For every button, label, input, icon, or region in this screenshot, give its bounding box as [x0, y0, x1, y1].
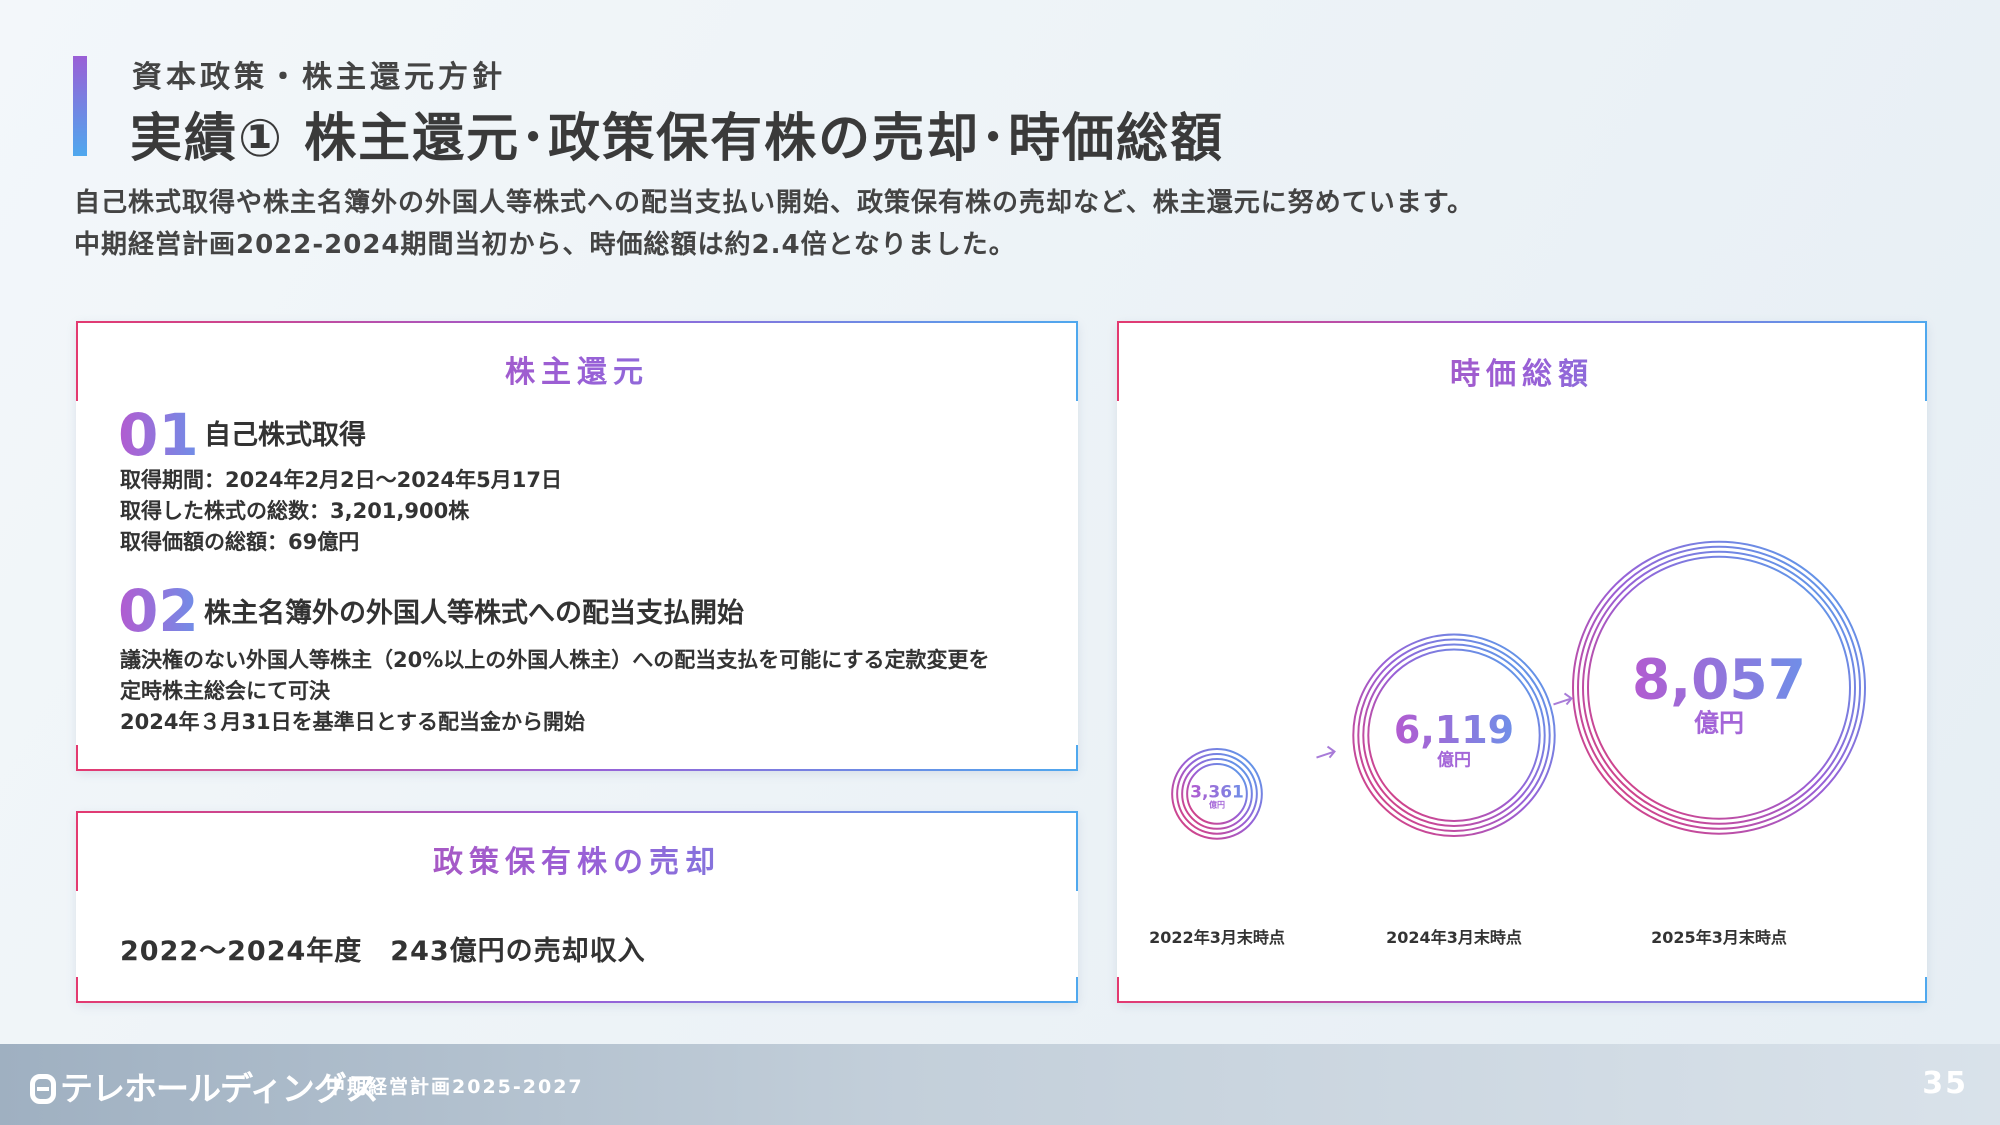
lead-line-1: 自己株式取得や株主名簿外の外国人等株式への配当支払い開始、政策保有株の売却など、… [74, 188, 1475, 218]
plan-name: 中期経営計画2025-2027 [326, 1076, 584, 1098]
item-02-line-3: 2024年３月31日を基準日とする配当金から開始 [120, 710, 586, 734]
bubble-value-label: 8,057 [1632, 648, 1806, 712]
category-label: 2025年3月末時点 [1651, 928, 1787, 947]
item-heading-02: 株主名簿外の外国人等株式への配当支払開始 [204, 598, 744, 629]
item-body-02: 議決権のない外国人等株主（20%以上の外国人株主）への配当支払を可能にする定款変… [120, 645, 989, 738]
arrow-icon [1553, 692, 1573, 706]
item-body-01: 取得期間：2024年2月2日～2024年5月17日 取得した株式の総数：3,20… [120, 465, 562, 558]
policy-shares-title: 政策保有株の売却 [76, 837, 1078, 881]
page-title: 実績① 株主還元･政策保有株の売却･時価総額 [130, 109, 1225, 169]
item-01-line-2: 取得した株式の総数：3,201,900株 [120, 499, 470, 523]
bubble-value-label: 6,119 [1394, 708, 1514, 752]
bubble-unit-label: 億円 [1437, 750, 1471, 771]
bubble-unit-label: 億円 [1209, 800, 1225, 810]
bubble-3: 8,057億円 2025年3月末時点 [1572, 540, 1866, 947]
item-01-line-1: 取得期間：2024年2月2日～2024年5月17日 [120, 468, 562, 492]
bubble-value-label: 3,361 [1190, 782, 1244, 802]
policy-shares-card: 政策保有株の売却 2022～2024年度 243億円の売却収入 [76, 811, 1078, 1003]
item-02-line-1: 議決権のない外国人等株主（20%以上の外国人株主）への配当支払を可能にする定款変… [120, 648, 990, 672]
bubble-1: 3,361億円 2022年3月末時点 [1149, 748, 1285, 947]
shareholder-return-title: 株主還元 [76, 347, 1078, 391]
bubble-2: 6,119億円 2024年3月末時点 [1352, 633, 1556, 947]
title-accent-bar [73, 56, 87, 156]
policy-shares-text: 2022～2024年度 243億円の売却収入 [120, 936, 646, 967]
item-02-line-2: 定時株主総会にて可決 [120, 679, 330, 703]
market-cap-card: 時価総額 3,361 億円 2022年3月末時点 6,119 億円 2024年3月末時点 8… [1117, 321, 1927, 1003]
lead-text: 自己株式取得や株主名簿外の外国人等株式への配当支払い開始、政策保有株の売却など、… [74, 182, 1474, 266]
section-label: 資本政策・株主還元方針 [132, 60, 506, 95]
market-cap-bubble-chart: 3,361億円2022年3月末時点6,119億円2024年3月末時点8,057億… [1149, 540, 1866, 947]
lead-line-2: 中期経営計画2022-2024期間当初から、時価総額は約2.4倍となりました。 [74, 230, 1016, 260]
page-number: 35 [1922, 1066, 1968, 1101]
category-label: 2024年3月末時点 [1386, 928, 1522, 947]
shareholder-return-card: 株主還元 01 自己株式取得 取得期間：2024年2月2日～2024年5月17日… [76, 321, 1078, 771]
item-number-02: 02 [118, 577, 199, 645]
bubble-unit-label: 億円 [1694, 709, 1744, 738]
footer: テレホールディングス 中期経営計画2025-2027 35 [0, 1044, 2000, 1125]
item-01-line-3: 取得価額の総額：69億円 [120, 530, 360, 554]
item-number-01: 01 [118, 401, 199, 469]
category-label: 2022年3月末時点 [1149, 928, 1285, 947]
arrow-icon [1316, 745, 1336, 759]
item-heading-01: 自己株式取得 [204, 420, 366, 451]
logo-mark-icon [30, 1074, 56, 1104]
